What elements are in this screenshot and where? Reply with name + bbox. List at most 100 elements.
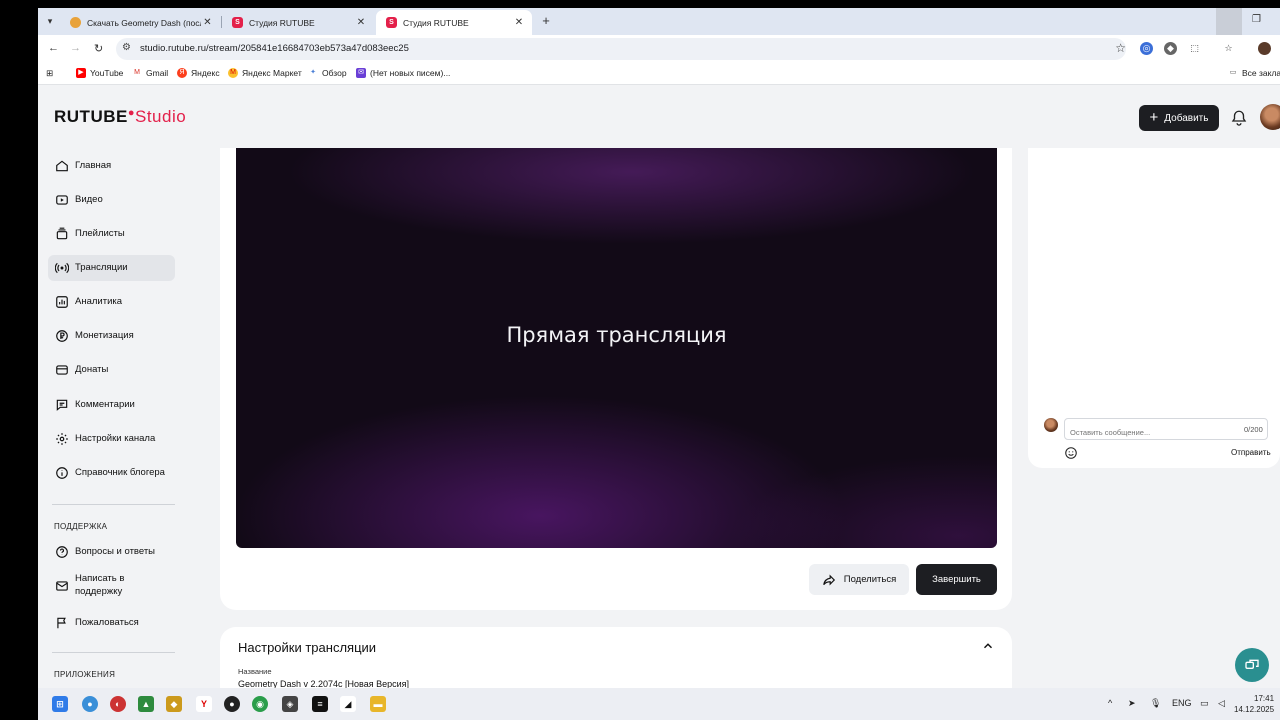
extension-icon[interactable]: ◎ (1140, 42, 1153, 55)
sidebar-item-broadcasts[interactable]: Трансляции (48, 255, 175, 281)
rutube-studio-logo[interactable]: RUTUBE●Studio (54, 107, 186, 127)
live-stream-title: Прямая трансляция (506, 323, 727, 347)
address-bar[interactable]: ⚙ studio.rutube.ru/stream/205841e1668470… (116, 38, 1126, 60)
broadcast-icon (55, 262, 69, 274)
tab-geometry-dash[interactable]: Скачать Geometry Dash (после ✕ (60, 10, 220, 35)
sidebar-item-analytics[interactable]: Аналитика (48, 289, 175, 315)
home-icon (56, 160, 68, 172)
sidebar-item-faq[interactable]: Вопросы и ответы (48, 539, 175, 565)
sidebar: Главная Видео Плейлисты Трансляции Анали… (38, 148, 188, 688)
sidebar-item-write-support[interactable]: Написать в поддержку (48, 569, 175, 603)
tab-bar: ▾ Скачать Geometry Dash (после ✕ S Студи… (38, 8, 1280, 35)
sidebar-item-playlists[interactable]: Плейлисты (48, 221, 175, 247)
emoji-icon[interactable] (1064, 446, 1078, 460)
new-tab-plus-icon[interactable]: + (538, 13, 554, 29)
bookmark-star-icon[interactable]: ☆ (1115, 41, 1126, 55)
profile-avatar[interactable] (1258, 42, 1271, 55)
close-icon[interactable]: ✕ (201, 17, 214, 28)
apps-heading: ПРИЛОЖЕНИЯ (54, 670, 116, 679)
analytics-icon (56, 296, 68, 308)
network-icon[interactable]: ▭ (1200, 698, 1209, 709)
rutube-favicon-icon: S (232, 17, 243, 28)
app-icon[interactable]: ● (224, 696, 240, 712)
back-arrow-icon[interactable]: ← (48, 42, 59, 54)
comment-icon (56, 399, 68, 411)
sidebar-item-blogger-guide[interactable]: Справочник блогера (48, 460, 175, 486)
tab-rutube-studio[interactable]: S Студия RUTUBE ✕ (222, 10, 374, 35)
yandex-browser-icon[interactable]: Y (196, 696, 212, 712)
sidebar-item-monetization[interactable]: Монетизация (48, 323, 175, 349)
apps-grid-icon[interactable]: ⊞ (46, 68, 53, 79)
bookmark-gmail[interactable]: M Gmail (132, 68, 168, 78)
file-explorer-icon[interactable]: ▬ (370, 696, 386, 712)
bookmark-youtube[interactable]: ▶ YouTube (76, 68, 123, 78)
reload-icon[interactable]: ↻ (94, 42, 103, 55)
chat-panel: 0/200 Отправить (1028, 148, 1280, 468)
app-icon[interactable]: ◆ (166, 696, 182, 712)
extensions-puzzle-icon[interactable]: ⬚ (1188, 42, 1201, 55)
chrome-icon[interactable]: ◉ (252, 696, 268, 712)
sidebar-item-home[interactable]: Главная (48, 153, 175, 179)
sidebar-divider (52, 652, 175, 653)
user-avatar[interactable] (1260, 104, 1280, 130)
settings-title: Настройки трансляции (238, 640, 377, 655)
volume-icon[interactable]: ◁ (1218, 698, 1225, 709)
sidebar-item-comments[interactable]: Комментарии (48, 392, 175, 418)
tab-search-icon[interactable]: ▾ (42, 13, 58, 29)
shield-extension-icon[interactable]: ◆ (1164, 42, 1177, 55)
app-icon[interactable]: ≡ (312, 696, 328, 712)
chat-user-avatar (1044, 418, 1058, 432)
bookmark-mail[interactable]: ✉ (Нет новых писем)... (356, 68, 450, 78)
language-indicator[interactable]: ENG (1172, 698, 1192, 708)
bell-icon[interactable] (1230, 109, 1248, 127)
share-button[interactable]: Поделиться (809, 564, 909, 595)
mail-icon (56, 581, 68, 591)
finish-stream-button[interactable]: Завершить (916, 564, 997, 595)
chat-char-counter: 0/200 (1244, 425, 1263, 434)
sidebar-item-donates[interactable]: Донаты (48, 357, 175, 383)
geometry-dash-favicon-icon (70, 17, 81, 28)
microphone-icon[interactable]: 🎙 (1150, 698, 1161, 709)
system-clock[interactable]: 17:41 14.12.2025 (1234, 693, 1274, 715)
sidebar-item-report[interactable]: Пожаловаться (48, 610, 175, 636)
send-message-button[interactable]: Отправить (1231, 448, 1271, 457)
logo-dot-icon: ● (127, 107, 135, 119)
stream-name-value[interactable]: Geometry Dash v 2.2074c [Новая Версия] (238, 679, 409, 688)
sidebar-item-video[interactable]: Видео (48, 187, 175, 213)
support-heading: ПОДДЕРЖКА (54, 522, 108, 531)
app-icon[interactable]: ◈ (282, 696, 298, 712)
url-text[interactable]: studio.rutube.ru/stream/205841e16684703e… (140, 43, 409, 54)
app-icon[interactable]: ● (82, 696, 98, 712)
bookmark-yandex-market[interactable]: M Яндекс Маркет (228, 68, 302, 78)
playlist-icon (56, 227, 68, 240)
chevron-up-icon[interactable]: ^ (1108, 698, 1112, 708)
browser-toolbar: ← → ↻ ⚙ studio.rutube.ru/stream/205841e1… (38, 35, 1280, 63)
close-icon[interactable]: ✕ (354, 17, 368, 28)
sidebar-divider (52, 504, 175, 505)
all-bookmarks[interactable]: ▭ Все закла (1228, 68, 1280, 78)
forward-arrow-icon[interactable]: → (70, 42, 81, 54)
app-icon[interactable]: ◢ (340, 696, 356, 712)
plus-icon: + (1149, 109, 1159, 126)
chevron-up-icon[interactable] (981, 639, 995, 653)
info-icon (56, 467, 68, 479)
minimize-button[interactable] (1216, 8, 1242, 35)
chat-message-input[interactable] (1064, 418, 1268, 440)
video-player[interactable]: Прямая трансляция (236, 148, 997, 548)
close-icon[interactable]: ✕ (512, 17, 526, 28)
sidebar-item-channel-settings[interactable]: Настройки канала (48, 426, 175, 452)
site-settings-icon[interactable]: ⚙ (122, 42, 131, 53)
restore-window-icon[interactable]: ❐ (1252, 14, 1261, 25)
telegram-icon[interactable]: ➤ (1128, 698, 1136, 709)
app-icon[interactable]: ◐ (110, 696, 126, 712)
app-icon[interactable]: ▲ (138, 696, 154, 712)
help-chat-button[interactable] (1235, 648, 1269, 682)
windows-start-icon[interactable]: ⊞ (52, 696, 68, 712)
bookmarks-manager-icon[interactable]: ☆ (1222, 42, 1235, 55)
tab-rutube-studio-active[interactable]: S Студия RUTUBE ✕ (376, 10, 532, 35)
add-button[interactable]: + Добавить (1139, 105, 1219, 131)
bookmark-review[interactable]: ✦ Обзор (308, 68, 347, 78)
windows-taskbar: ⊞ ● ◐ ▲ ◆ Y ● ◉ ◈ ≡ ◢ ▬ ^ ➤ 🎙 ENG ▭ ◁ 17… (38, 688, 1280, 720)
browser-window: ▾ Скачать Geometry Dash (после ✕ S Студи… (38, 8, 1280, 688)
bookmark-yandex[interactable]: Я Яндекс (177, 68, 220, 78)
